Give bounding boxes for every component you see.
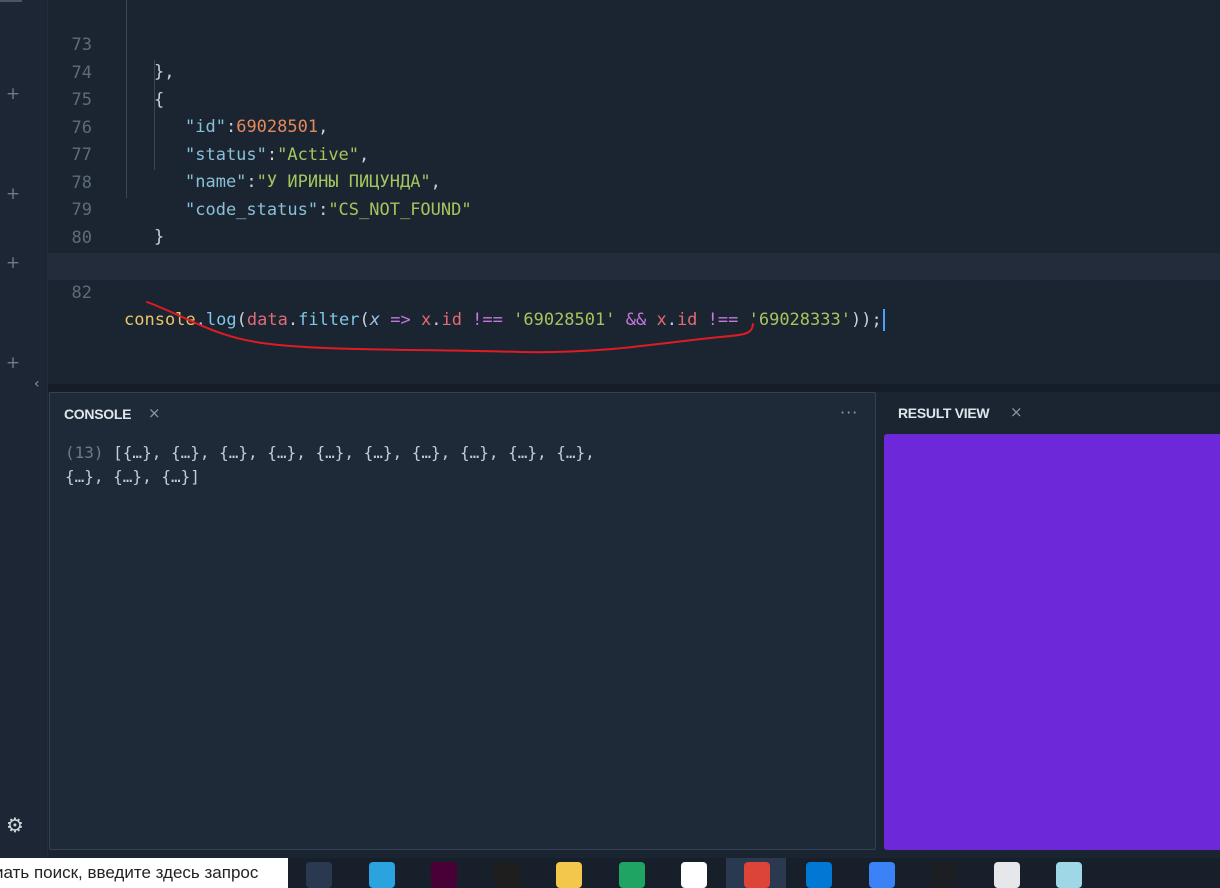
code-token: !== — [461, 310, 514, 330]
code-editor[interactable]: 73 }, 74 { 75 "id":69028501, 76 "status"… — [48, 0, 1220, 384]
green-app-icon[interactable] — [619, 862, 645, 888]
code-line-76: 76 "status":"Active", — [48, 88, 1220, 165]
add-icon[interactable]: + — [4, 354, 22, 372]
console-panel: CONSOLE × ··· (13) [{…}, {…}, {…}, {…}, … — [49, 392, 876, 850]
webstorm-icon[interactable] — [931, 862, 957, 888]
code-token: && — [615, 310, 657, 330]
line-number: 82 — [71, 283, 92, 303]
gutter-top-marker — [0, 0, 22, 2]
code-token: . — [195, 310, 206, 330]
code-line-78: 78 "code_status":"CS_NOT_FOUND" — [48, 143, 1220, 220]
code-token: log — [205, 310, 237, 330]
mongodb-icon[interactable] — [681, 862, 707, 888]
add-icon[interactable]: + — [4, 185, 22, 203]
telegram-icon[interactable] — [369, 862, 395, 888]
code-line-73: 73 }, — [48, 5, 1220, 82]
adobe-xd-icon[interactable] — [431, 862, 457, 888]
code-line-82[interactable]: 82 console.log(data.filter(x => x.id !==… — [48, 253, 1220, 331]
code-token: . — [431, 310, 442, 330]
console-output[interactable]: (13) [{…}, {…}, {…}, {…}, {…}, {…}, {…},… — [65, 441, 845, 489]
code-token: console — [124, 310, 196, 330]
console-array-line: [{…}, {…}, {…}, {…}, {…}, {…}, {…}, {…},… — [103, 443, 595, 462]
code-line-80: 80 ]; — [48, 198, 1220, 275]
result-view-tab-title[interactable]: RESULT VIEW — [898, 405, 990, 421]
code-token: '69028501' — [513, 310, 616, 330]
result-view-canvas[interactable] — [884, 434, 1220, 850]
code-line-77: 77 "name":"У ИРИНЫ ПИЦУНДА", — [48, 115, 1220, 192]
add-icon[interactable]: + — [4, 85, 22, 103]
left-gutter — [0, 0, 48, 858]
code-line-79: 79 } — [48, 170, 1220, 247]
code-token: => — [380, 310, 421, 330]
panel-divider[interactable] — [48, 384, 1220, 392]
console-menu-icon[interactable]: ··· — [840, 403, 858, 422]
vscode-icon[interactable] — [806, 862, 832, 888]
console-close-icon[interactable]: × — [148, 405, 161, 421]
search-placeholder: иать поиск, введите здесь запрос — [0, 863, 259, 882]
file-explorer-icon[interactable] — [556, 862, 582, 888]
notepad-icon[interactable] — [1056, 862, 1082, 888]
code-token: id — [441, 310, 462, 330]
taskbar-search-box[interactable]: иать поиск, введите здесь запрос — [0, 858, 288, 888]
code-token: )); — [850, 310, 882, 330]
code-token: ( — [236, 310, 247, 330]
code-token: . — [666, 310, 677, 330]
result-view-header: RESULT VIEW × — [878, 392, 1220, 434]
chrome-icon[interactable] — [744, 862, 770, 888]
safari-like-icon[interactable] — [869, 862, 895, 888]
result-view-close-icon[interactable]: × — [1010, 404, 1023, 420]
code-token: data — [246, 310, 288, 330]
code-token: . — [287, 310, 299, 330]
code-token: x — [420, 310, 432, 330]
code-token: x — [656, 310, 667, 330]
code-line-74: 74 { — [48, 33, 1220, 110]
add-icon[interactable]: + — [4, 254, 22, 272]
code-token: '69028333' — [748, 310, 851, 330]
code-token: !== — [697, 310, 749, 330]
task-view-icon[interactable] — [306, 862, 332, 888]
code-token: id — [676, 310, 698, 330]
console-count: (13) — [65, 443, 104, 462]
code-line-81: 81 — [48, 225, 1220, 275]
code-token: filter — [298, 310, 360, 330]
console-array-line: {…}, {…}, {…}] — [65, 467, 200, 486]
console-tab-title[interactable]: CONSOLE — [64, 406, 131, 422]
settings-gear-icon[interactable]: ⚙ — [4, 814, 26, 836]
collapse-chevron-icon[interactable]: ‹ — [34, 376, 46, 392]
code-line-75: 75 "id":69028501, — [48, 60, 1220, 137]
text-cursor — [882, 309, 885, 331]
paint-icon[interactable] — [994, 862, 1020, 888]
figma-icon[interactable] — [494, 862, 520, 888]
code-token: ( — [359, 310, 370, 330]
code-token: x — [369, 310, 380, 330]
